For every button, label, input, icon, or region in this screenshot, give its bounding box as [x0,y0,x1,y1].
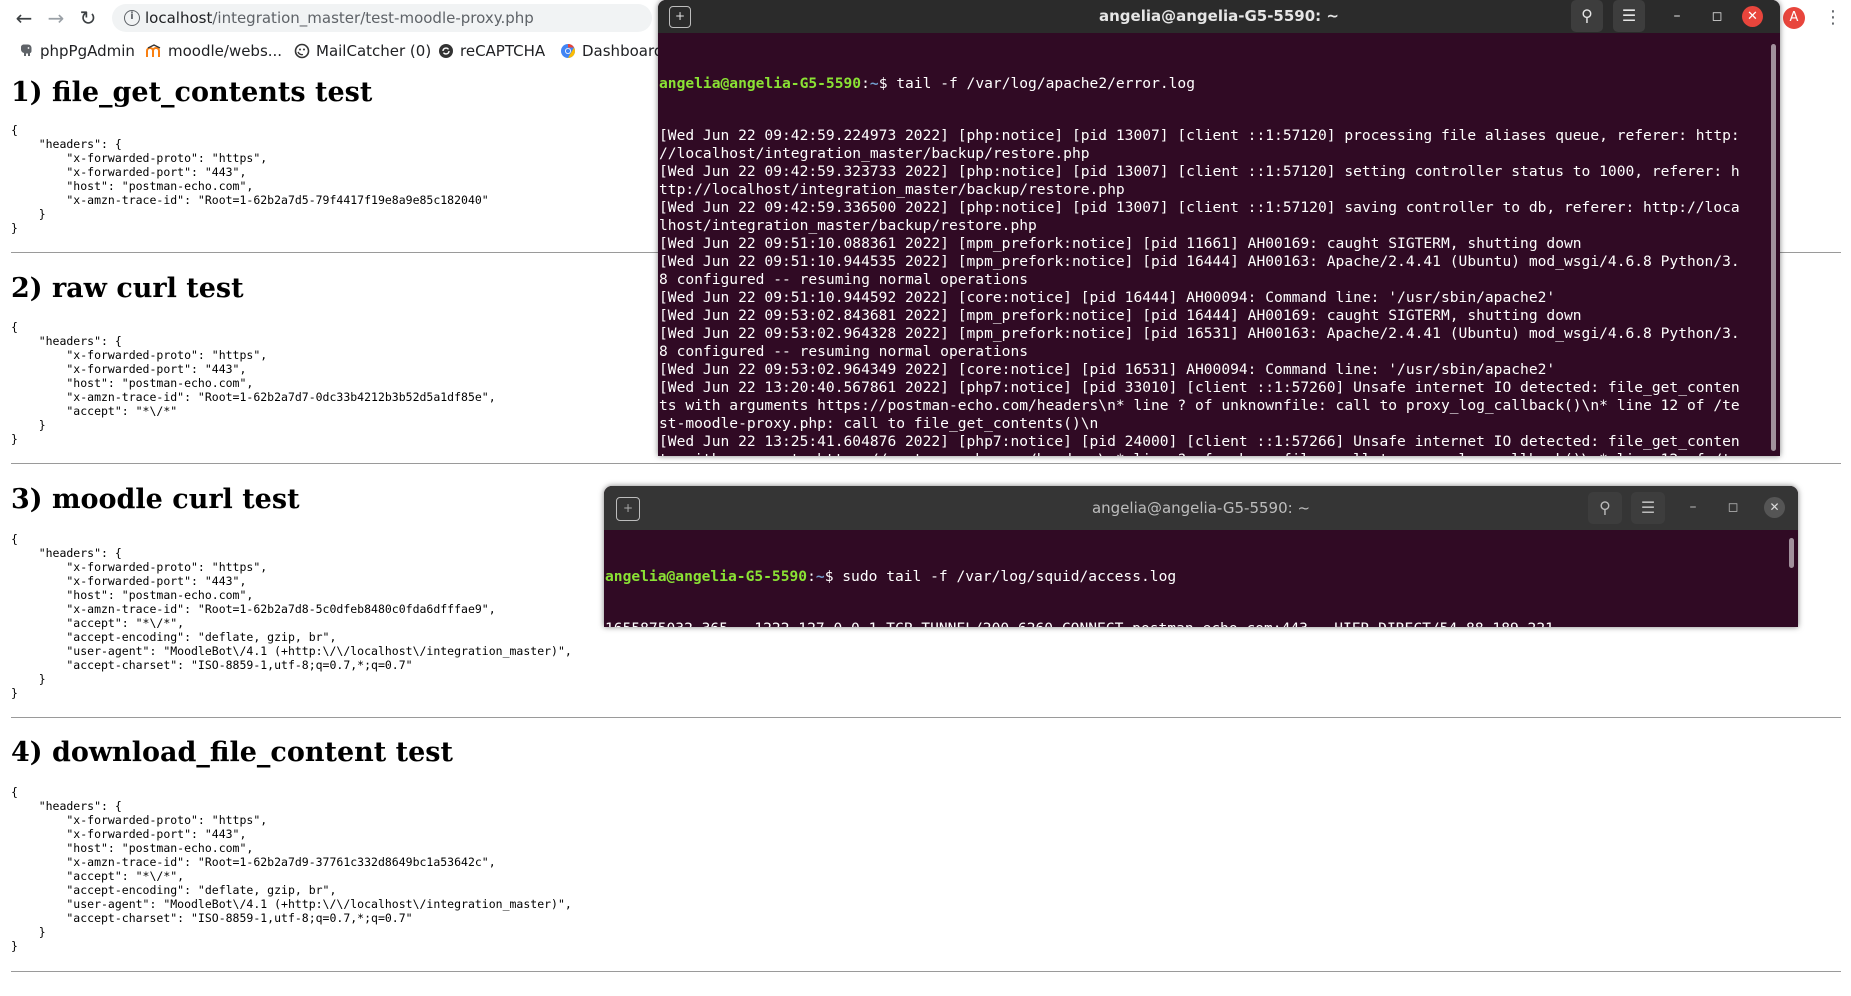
url-text[interactable]: localhost/integration_master/test-moodle… [145,9,534,27]
prompt-path: ~ [815,568,825,585]
log-lines: 1655875032.365 1222 127.0.0.1 TCP_TUNNEL… [605,620,1798,627]
hamburger-menu-icon[interactable]: ☰ [1631,492,1665,524]
recaptcha-icon [439,44,453,58]
info-icon[interactable]: i [124,10,140,26]
terminal-scrollbar[interactable] [1789,538,1794,568]
bookmark-mailcatcher[interactable]: MailCatcher (0) [294,40,431,62]
test-output: { "headers": { "x-forwarded-proto": "htt… [11,785,572,953]
command-text: tail -f /var/log/apache2/error.log [896,75,1195,92]
hamburger-menu-icon[interactable]: ☰ [1613,0,1645,32]
log-lines: [Wed Jun 22 09:42:59.224973 2022] [php:n… [659,127,1780,456]
url-host: localhost [145,9,213,27]
arrow-left-icon[interactable]: ← [12,6,36,30]
log-line: [Wed Jun 22 09:42:59.336500 2022] [php:n… [659,199,1740,216]
log-line: [Wed Jun 22 09:53:02.964349 2022] [core:… [659,361,1556,378]
log-line: st-moodle-proxy.php: call to file_get_co… [659,415,1099,432]
terminal-titlebar[interactable]: + angelia@angelia-G5-5590: ~ ⚲ ☰ – ◻ ✕ [604,486,1798,530]
url-path: /integration_master/test-moodle-proxy.ph… [212,9,534,27]
log-line: [Wed Jun 22 09:42:59.323733 2022] [php:n… [659,163,1740,180]
bookmark-label: Dashboard [582,42,664,60]
log-line: [Wed Jun 22 09:51:10.944592 2022] [core:… [659,289,1556,306]
bookmark-label: phpPgAdmin [40,42,135,60]
section-divider [11,717,1841,718]
log-line: ts with arguments https://postman-echo.c… [659,451,1780,456]
log-line: [Wed Jun 22 09:42:59.224973 2022] [php:n… [659,127,1740,144]
bookmark-label: MailCatcher (0) [316,42,432,60]
bookmark-dashboard[interactable]: Dashboard [560,40,663,62]
close-icon[interactable]: ✕ [1764,497,1785,518]
dashboard-icon [561,44,575,58]
command-text: sudo tail -f /var/log/squid/access.log [842,568,1177,585]
log-line: 1655875032.365 1222 127.0.0.1 TCP_TUNNEL… [605,620,1798,627]
log-line: [Wed Jun 22 09:51:10.944535 2022] [mpm_p… [659,253,1740,270]
moodle-icon [146,44,161,57]
bookmark-phppgadmin[interactable]: phpPgAdmin [18,40,135,62]
bookmark-label: reCAPTCHA [460,42,546,60]
prompt-user: angelia@angelia-G5-5590 [605,568,808,585]
test-heading: 4) download_file_content test [11,737,453,768]
terminal-window-squid[interactable]: + angelia@angelia-G5-5590: ~ ⚲ ☰ – ◻ ✕ a… [604,486,1798,627]
prompt-line: angelia@angelia-G5-5590:~$ sudo tail -f … [605,568,1177,585]
terminal-window-apache[interactable]: + angelia@angelia-G5-5590: ~ ⚲ ☰ – ◻ ✕ a… [658,0,1780,456]
minimize-icon[interactable]: – [1682,497,1704,519]
bookmark-label: moodle/webs... [168,42,283,60]
log-line: [Wed Jun 22 09:51:10.088361 2022] [mpm_p… [659,235,1582,252]
log-line: 8 configured -- resuming normal operatio… [659,271,1029,288]
test-section-4: 4) download_file_content test { "headers… [11,737,1841,953]
minimize-icon[interactable]: – [1666,6,1688,28]
prompt-path: ~ [869,75,879,92]
log-line: ttp://localhost/integration_master/backu… [659,181,1125,198]
log-line: //localhost/integration_master/backup/re… [659,145,1090,162]
log-line: lhost/integration_master/backup/restore.… [659,217,1037,234]
prompt-line: angelia@angelia-G5-5590:~$ tail -f /var/… [659,75,1195,92]
section-divider [11,463,1841,464]
log-line: ts with arguments https://postman-echo.c… [659,397,1740,414]
search-icon[interactable]: ⚲ [1571,0,1603,32]
log-line: 8 configured -- resuming normal operatio… [659,343,1029,360]
terminal-title: angelia@angelia-G5-5590: ~ [1099,7,1339,25]
elephant-icon [21,44,32,56]
maximize-icon[interactable]: ◻ [1706,6,1728,28]
mailcatcher-icon [294,43,310,59]
section-divider [11,971,1841,972]
profile-avatar[interactable]: A [1783,7,1805,29]
terminal-titlebar[interactable]: + angelia@angelia-G5-5590: ~ ⚲ ☰ – ◻ ✕ [658,0,1780,33]
reload-icon[interactable]: ↻ [76,6,100,30]
bookmark-recaptcha[interactable]: reCAPTCHA [438,40,545,62]
search-icon[interactable]: ⚲ [1588,492,1622,524]
terminal-scrollbar[interactable] [1771,44,1776,451]
maximize-icon[interactable]: ◻ [1722,497,1744,519]
terminal-output[interactable]: angelia@angelia-G5-5590:~$ tail -f /var/… [658,41,1780,456]
bookmark-moodle[interactable]: moodle/webs... [146,40,282,62]
log-line: [Wed Jun 22 13:25:41.604876 2022] [php7:… [659,433,1740,450]
close-icon[interactable]: ✕ [1742,6,1763,27]
log-line: [Wed Jun 22 09:53:02.964328 2022] [mpm_p… [659,325,1740,342]
address-bar[interactable]: i localhost/integration_master/test-mood… [112,4,652,32]
log-line: [Wed Jun 22 13:20:40.567861 2022] [php7:… [659,379,1740,396]
kebab-menu-icon[interactable]: ⋮ [1823,6,1843,30]
terminal-output[interactable]: angelia@angelia-G5-5590:~$ sudo tail -f … [604,534,1798,627]
log-line: [Wed Jun 22 09:53:02.843681 2022] [mpm_p… [659,307,1582,324]
arrow-right-icon[interactable]: → [44,6,68,30]
prompt-user: angelia@angelia-G5-5590 [659,75,862,92]
